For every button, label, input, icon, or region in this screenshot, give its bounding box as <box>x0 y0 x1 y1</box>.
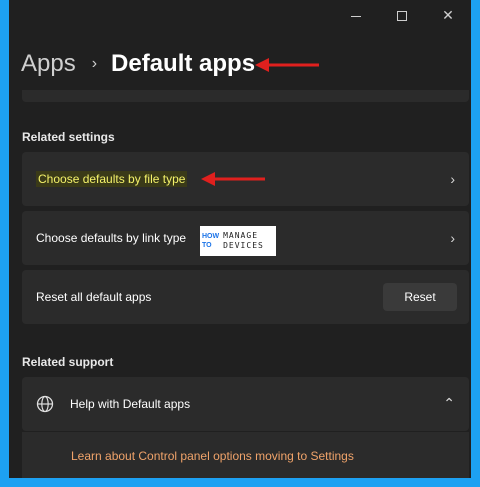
reset-label: Reset all default apps <box>36 290 152 304</box>
chevron-right-icon: › <box>450 171 455 187</box>
help-label: Help with Default apps <box>70 397 191 411</box>
related-support-heading: Related support <box>22 355 114 369</box>
control-panel-link[interactable]: Learn about Control panel options moving… <box>71 449 354 463</box>
related-settings-heading: Related settings <box>22 130 115 144</box>
chevron-up-icon[interactable]: ⌃ <box>443 395 455 412</box>
title-bar: ✕ <box>331 0 471 30</box>
link-type-label: Choose defaults by link type <box>36 231 187 245</box>
annotation-arrow-icon <box>255 58 319 72</box>
help-default-apps-expander[interactable]: Help with Default apps ⌃ <box>22 377 469 431</box>
globe-icon <box>36 395 54 413</box>
breadcrumb-apps[interactable]: Apps <box>21 50 76 78</box>
howto-manage-devices-logo: HOW TO MANAGE DEVICES <box>200 226 276 256</box>
file-type-label: Choose defaults by file type <box>36 171 188 187</box>
settings-window: ✕ Apps › Default apps Related settings C… <box>9 0 471 478</box>
previous-card <box>22 90 469 102</box>
reset-button[interactable]: Reset <box>383 283 457 311</box>
reset-all-default-apps: Reset all default apps Reset <box>22 270 469 324</box>
annotation-arrow-icon <box>201 172 265 186</box>
maximize-icon[interactable] <box>379 8 425 23</box>
chevron-right-icon: › <box>450 230 455 246</box>
page-title: Default apps <box>111 50 256 77</box>
minimize-icon[interactable] <box>333 8 379 23</box>
breadcrumb: Apps › Default apps <box>21 44 255 84</box>
breadcrumb-separator-icon: › <box>91 55 98 72</box>
close-icon[interactable]: ✕ <box>425 7 471 24</box>
